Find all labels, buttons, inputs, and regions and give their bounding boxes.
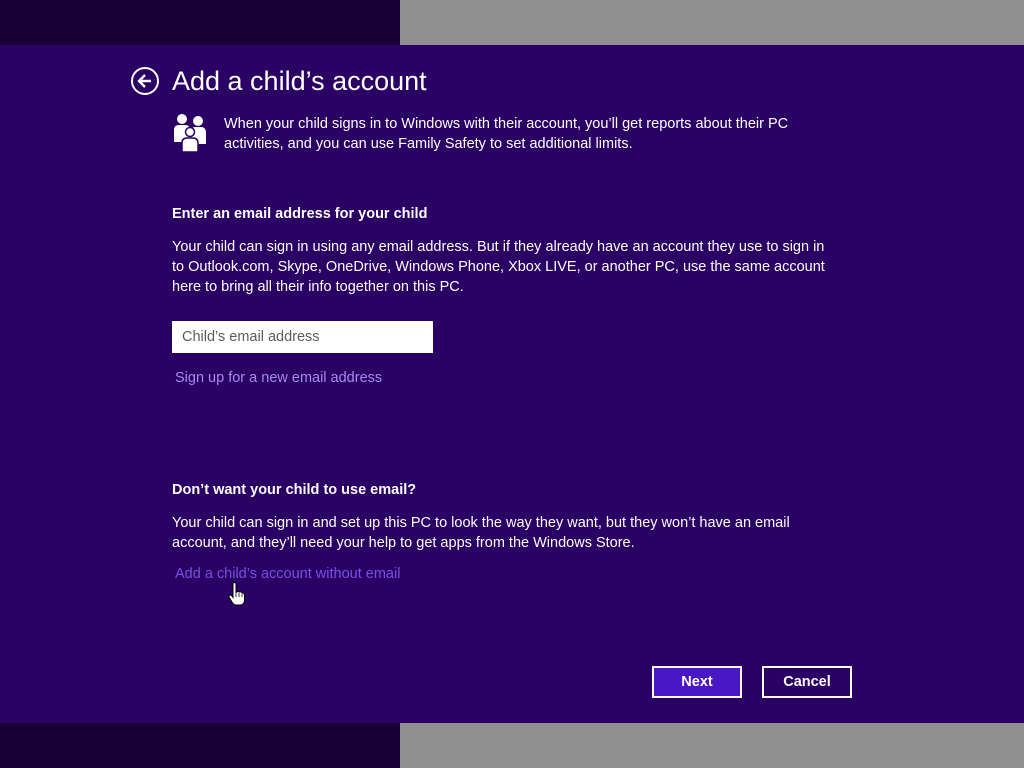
hand-pointer-icon xyxy=(228,582,245,606)
email-section-heading: Enter an email address for your child xyxy=(172,206,428,222)
background-strip-top-left xyxy=(0,0,400,45)
cancel-button[interactable]: Cancel xyxy=(762,666,852,698)
page-title: Add a child’s account xyxy=(172,66,427,96)
email-section-description: Your child can sign in using any email a… xyxy=(172,239,825,295)
background-strip-bottom-right xyxy=(400,723,1024,768)
no-email-section-description: Your child can sign in and set up this P… xyxy=(172,515,790,551)
family-people-icon xyxy=(174,114,206,152)
no-email-section-heading: Don’t want your child to use email? xyxy=(172,482,417,498)
intro-text: When your child signs in to Windows with… xyxy=(224,116,789,152)
child-email-input[interactable] xyxy=(172,321,433,353)
add-without-email-link[interactable]: Add a child’s account without email xyxy=(175,566,400,582)
background-strip-bottom-left xyxy=(0,723,400,768)
back-button[interactable] xyxy=(131,67,159,95)
background-strip-top-right xyxy=(400,0,1024,45)
sign-up-email-link[interactable]: Sign up for a new email address xyxy=(175,370,382,386)
next-button[interactable]: Next xyxy=(652,666,742,698)
back-arrow-icon xyxy=(137,74,151,88)
